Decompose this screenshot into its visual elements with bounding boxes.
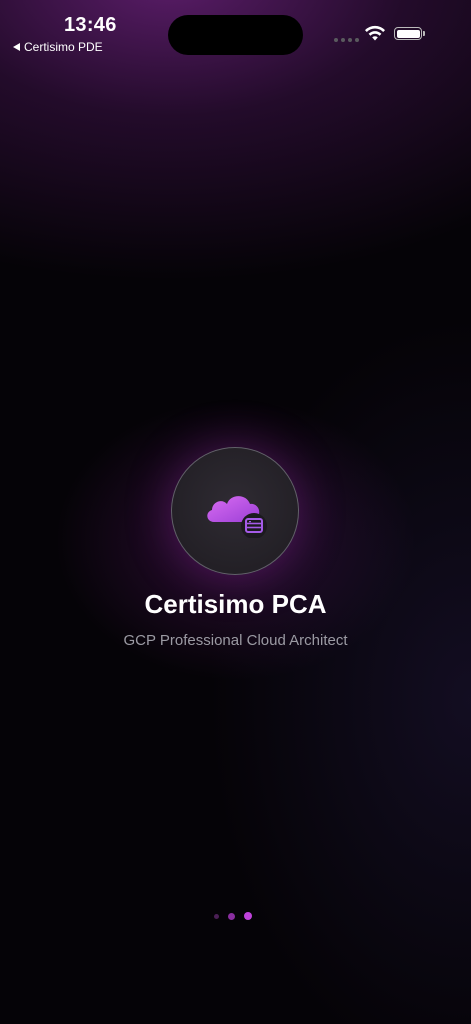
status-time: 13:46 [64,14,117,36]
page-dot-3-active[interactable] [244,912,252,920]
app-title: Certisimo PCA [144,589,327,619]
cloud-server-icon [207,496,267,538]
cellular-signal-icon [334,38,359,42]
app-logo [171,447,299,575]
page-dot-1[interactable] [214,913,219,919]
wifi-icon [365,25,385,41]
onboarding-screen: 13:46 Certisimo PDE Certisimo PCA GCP Pr… [0,0,471,1024]
back-triangle-icon [13,43,20,51]
back-to-app-link[interactable]: Certisimo PDE [13,40,103,54]
back-app-label: Certisimo PDE [24,40,103,54]
page-dot-2[interactable] [228,912,235,920]
app-subtitle: GCP Professional Cloud Architect [123,632,348,649]
battery-tip [423,31,425,36]
battery-icon [394,27,422,40]
page-indicator[interactable] [214,912,252,920]
dynamic-island [168,15,303,55]
